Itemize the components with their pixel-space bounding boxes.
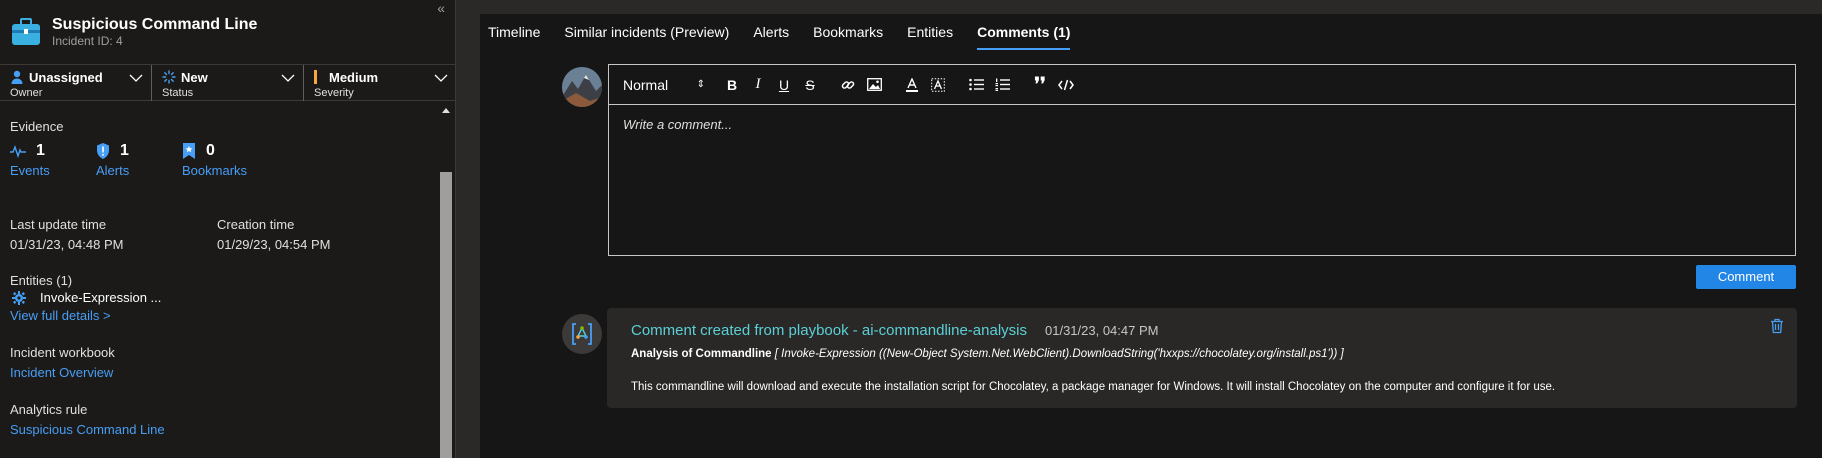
workbook-heading: Incident workbook xyxy=(10,345,115,360)
code-button[interactable] xyxy=(1053,72,1079,98)
font-color-icon xyxy=(906,77,918,92)
last-update-value: 01/31/23, 04:48 PM xyxy=(10,237,124,252)
font-color-button[interactable] xyxy=(899,72,925,98)
entity-item[interactable]: Invoke-Expression ... xyxy=(12,290,161,305)
incident-overview-link[interactable]: Incident Overview xyxy=(10,365,113,380)
severity-value: Medium xyxy=(329,69,379,85)
events-pulse-icon xyxy=(10,144,26,158)
select-updown-icon: ⇕ xyxy=(696,79,705,90)
comment-input[interactable]: Write a comment... xyxy=(609,105,1795,255)
numbered-list-icon xyxy=(995,78,1010,91)
underline-button[interactable]: U xyxy=(771,72,797,98)
quote-button[interactable]: ❜❜ xyxy=(1027,72,1053,98)
chevron-down-icon xyxy=(434,74,448,82)
analytics-rule-heading: Analytics rule xyxy=(10,402,88,417)
tab-similar-incidents[interactable]: Similar incidents (Preview) xyxy=(556,14,741,54)
chevron-down-icon xyxy=(129,74,143,82)
tab-bookmarks[interactable]: Bookmarks xyxy=(805,14,895,54)
italic-button[interactable]: I xyxy=(745,72,771,98)
analysis-label: Analysis of Commandline xyxy=(631,348,772,360)
status-dropdown[interactable]: New Status xyxy=(152,65,304,101)
severity-dropdown[interactable]: Medium Severity xyxy=(304,65,456,101)
comment-editor: Normal ⇕ B I U S ❜❜ Write a comment... xyxy=(608,64,1796,256)
avatar-image xyxy=(562,67,602,107)
trash-icon[interactable] xyxy=(1769,318,1785,334)
status-label: Status xyxy=(162,87,194,99)
incident-fields: Unassigned Owner New Status Medium Sever… xyxy=(0,65,456,101)
tab-timeline[interactable]: Timeline xyxy=(480,14,552,54)
bullet-list-icon xyxy=(968,78,984,91)
evidence-heading: Evidence xyxy=(10,119,64,134)
comment-title: Comment created from playbook - ai-comma… xyxy=(631,322,1027,339)
scroll-up-icon[interactable] xyxy=(442,108,450,113)
comment-body: This commandline will download and execu… xyxy=(631,381,1556,393)
incident-details-panel: « Suspicious Command Line Incident ID: 4… xyxy=(0,0,456,458)
severity-label: Severity xyxy=(314,87,354,99)
user-avatar xyxy=(562,67,602,107)
entity-name: Invoke-Expression ... xyxy=(40,290,162,305)
creation-time-label: Creation time xyxy=(217,217,295,232)
view-full-details-link[interactable]: View full details > xyxy=(10,308,111,323)
owner-label: Owner xyxy=(10,87,43,99)
evidence-bookmarks[interactable]: 0 Bookmarks xyxy=(182,141,247,178)
highlight-button[interactable] xyxy=(925,72,951,98)
panel-scrollbar[interactable] xyxy=(438,102,454,458)
bookmark-icon xyxy=(183,143,195,159)
briefcase-icon xyxy=(12,18,40,45)
alerts-link[interactable]: Alerts xyxy=(96,163,129,178)
incident-header: Suspicious Command Line Incident ID: 4 xyxy=(10,12,257,52)
code-icon xyxy=(1058,79,1074,90)
alerts-count: 1 xyxy=(120,142,129,159)
comment-analysis-line: Analysis of Commandline [ Invoke-Express… xyxy=(631,348,1344,360)
logic-app-icon xyxy=(572,323,592,345)
status-new-icon xyxy=(162,70,176,84)
collapse-panel-icon[interactable]: « xyxy=(437,0,445,16)
bold-button[interactable]: B xyxy=(719,72,745,98)
scrollbar-thumb[interactable] xyxy=(440,172,452,458)
playbook-avatar xyxy=(562,314,602,354)
editor-toolbar: Normal ⇕ B I U S ❜❜ xyxy=(609,65,1795,105)
format-select-value: Normal xyxy=(623,76,669,93)
image-icon xyxy=(866,78,882,91)
numbered-list-button[interactable] xyxy=(989,72,1015,98)
creation-time-value: 01/29/23, 04:54 PM xyxy=(217,237,331,252)
incident-tabs-panel: Timeline Similar incidents (Preview) Ale… xyxy=(480,14,1822,458)
comment-submit-button[interactable]: Comment xyxy=(1696,265,1796,289)
strikethrough-button[interactable]: S xyxy=(797,72,823,98)
events-count: 1 xyxy=(36,142,45,159)
tab-entities[interactable]: Entities xyxy=(899,14,965,54)
link-icon xyxy=(841,80,855,89)
format-select[interactable]: Normal ⇕ xyxy=(623,77,719,93)
incident-id: Incident ID: 4 xyxy=(52,34,123,48)
gear-icon xyxy=(12,290,26,305)
tab-bar: Timeline Similar incidents (Preview) Ale… xyxy=(480,14,1086,54)
tab-comments[interactable]: Comments (1) xyxy=(969,14,1082,54)
chevron-down-icon xyxy=(281,74,295,82)
entities-heading: Entities (1) xyxy=(10,273,73,288)
analysis-commandline: [ Invoke-Expression ((New-Object System.… xyxy=(774,348,1344,360)
owner-value: Unassigned xyxy=(29,69,103,85)
person-icon xyxy=(11,70,23,84)
tab-alerts[interactable]: Alerts xyxy=(745,14,801,54)
alert-shield-icon xyxy=(97,143,109,159)
status-value: New xyxy=(181,69,208,85)
events-link[interactable]: Events xyxy=(10,163,50,178)
comment-timestamp: 01/31/23, 04:47 PM xyxy=(1045,323,1159,338)
evidence-alerts[interactable]: 1 Alerts xyxy=(96,141,129,178)
last-update-label: Last update time xyxy=(10,217,107,232)
link-button[interactable] xyxy=(835,72,861,98)
analytics-rule-link[interactable]: Suspicious Command Line xyxy=(10,422,165,437)
incident-page: « Suspicious Command Line Incident ID: 4… xyxy=(0,0,1822,458)
severity-indicator xyxy=(314,70,317,84)
owner-dropdown[interactable]: Unassigned Owner xyxy=(0,65,152,101)
incident-title: Suspicious Command Line xyxy=(52,16,258,33)
highlight-icon xyxy=(931,77,945,92)
image-button[interactable] xyxy=(861,72,887,98)
bookmarks-count: 0 xyxy=(206,142,215,159)
evidence-events[interactable]: 1 Events xyxy=(10,141,50,178)
bookmarks-link[interactable]: Bookmarks xyxy=(182,163,247,178)
comment-card: Comment created from playbook - ai-comma… xyxy=(607,308,1797,408)
bullet-list-button[interactable] xyxy=(963,72,989,98)
